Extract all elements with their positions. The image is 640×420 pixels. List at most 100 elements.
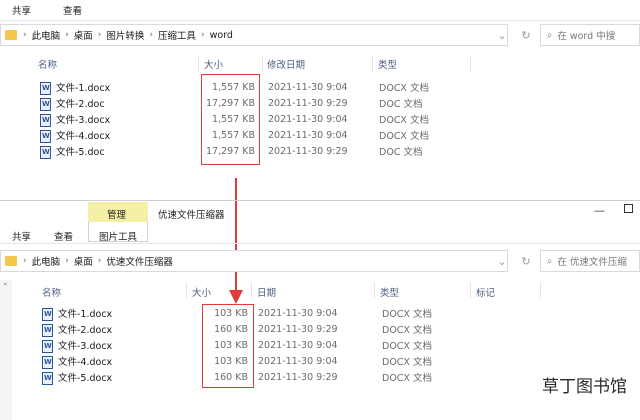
file-date: 2021-11-30 9:04 — [268, 81, 348, 93]
file-type: DOCX 文档 — [382, 309, 432, 320]
column-sep[interactable] — [262, 55, 263, 71]
column-type[interactable]: 类型 — [378, 57, 397, 71]
size-highlight-box — [201, 74, 260, 165]
file-name: 文件-3.docx — [58, 341, 113, 352]
chevron-right-icon: › — [149, 30, 153, 40]
column-size[interactable]: 大小 — [192, 285, 211, 299]
file-name: 文件-2.doc — [56, 99, 105, 110]
file-name: 文件-2.docx — [58, 325, 113, 336]
word-doc-icon — [42, 339, 53, 353]
window-border — [0, 200, 640, 201]
file-type: DOC 文档 — [379, 147, 423, 158]
chevron-right-icon: › — [23, 256, 27, 266]
tab-share[interactable]: 共享 — [12, 229, 31, 243]
crumb-this-pc[interactable]: 此电脑 — [32, 28, 61, 42]
chevron-right-icon: › — [65, 30, 69, 40]
tab-share[interactable]: 共享 — [12, 3, 31, 17]
watermark: 草丁图书馆 — [542, 377, 627, 397]
file-date: 2021-11-30 9:04 — [268, 129, 348, 141]
file-type: DOCX 文档 — [379, 83, 429, 94]
crumb-this-pc[interactable]: 此电脑 — [32, 254, 61, 268]
column-sep[interactable] — [470, 55, 471, 71]
table-row[interactable]: 文件-1.docx 103 KB 2021-11-30 9:04 DOCX 文档 — [14, 305, 534, 321]
column-date[interactable]: 日期 — [257, 285, 276, 299]
chevron-right-icon: › — [23, 30, 27, 40]
word-doc-icon — [42, 355, 53, 369]
file-name: 文件-4.docx — [56, 131, 111, 142]
crumb-word[interactable]: word — [210, 30, 233, 41]
chevron-right-icon: › — [97, 30, 102, 40]
file-type: DOCX 文档 — [382, 325, 432, 336]
ribbon-divider — [0, 20, 640, 21]
crumb-desktop[interactable]: 桌面 — [74, 28, 93, 42]
column-sep[interactable] — [186, 282, 187, 298]
chevron-right-icon: › — [65, 256, 69, 266]
size-highlight-box — [202, 304, 254, 388]
table-row[interactable]: 文件-1.docx 1,557 KB 2021-11-30 9:04 DOCX … — [0, 79, 600, 95]
search-icon: ⌕ — [547, 29, 553, 41]
chevron-down-icon[interactable]: ⌄ — [494, 253, 510, 269]
file-name: 文件-5.docx — [58, 373, 113, 384]
table-row[interactable]: 文件-3.docx 1,557 KB 2021-11-30 9:04 DOCX … — [0, 111, 600, 127]
window-title: 优速文件压缩器 — [158, 210, 225, 221]
file-name: 文件-5.doc — [56, 147, 105, 158]
bottom-address-bar[interactable]: › 此电脑 › 桌面 › 优速文件压缩器 — [0, 250, 508, 272]
file-name: 文件-1.docx — [56, 83, 111, 94]
crumb-desktop[interactable]: 桌面 — [74, 254, 93, 268]
minimize-icon[interactable]: — — [594, 204, 605, 217]
bottom-search-input[interactable]: ⌕ 在 优速文件压缩 — [540, 250, 640, 272]
file-date: 2021-11-30 9:29 — [268, 97, 348, 109]
table-row[interactable]: 文件-4.docx 1,557 KB 2021-11-30 9:04 DOCX … — [0, 127, 600, 143]
column-sep[interactable] — [251, 282, 252, 298]
tab-view[interactable]: 查看 — [63, 3, 82, 17]
table-row[interactable]: 文件-2.doc 17,297 KB 2021-11-30 9:29 DOC 文… — [0, 95, 600, 111]
word-doc-icon — [40, 97, 51, 111]
file-type: DOCX 文档 — [382, 357, 432, 368]
file-date: 2021-11-30 9:04 — [268, 113, 348, 125]
table-row[interactable]: 文件-3.docx 103 KB 2021-11-30 9:04 DOCX 文档 — [14, 337, 534, 353]
column-modified[interactable]: 修改日期 — [267, 57, 305, 71]
chevron-right-icon: › — [201, 30, 205, 40]
table-row[interactable]: 文件-5.doc 17,297 KB 2021-11-30 9:29 DOC 文… — [0, 143, 600, 159]
table-row[interactable]: 文件-5.docx 160 KB 2021-11-30 9:29 DOCX 文档 — [14, 369, 534, 385]
maximize-icon[interactable] — [624, 204, 633, 213]
top-address-bar[interactable]: › 此电脑 › 桌面 › 图片转换 › 压缩工具 › word — [0, 24, 508, 46]
file-type: DOC 文档 — [379, 99, 423, 110]
tab-view[interactable]: 查看 — [54, 229, 73, 243]
folder-icon — [5, 256, 17, 266]
word-doc-icon — [40, 81, 51, 95]
file-type: DOCX 文档 — [379, 115, 429, 126]
file-date: 2021-11-30 9:04 — [258, 355, 338, 367]
column-tags[interactable]: 标记 — [476, 285, 495, 299]
file-date: 2021-11-30 9:29 — [258, 371, 338, 383]
refresh-icon[interactable]: ↻ — [518, 253, 534, 269]
crumb-compress-tools[interactable]: 压缩工具 — [158, 28, 196, 42]
table-row[interactable]: 文件-4.docx 103 KB 2021-11-30 9:04 DOCX 文档 — [14, 353, 534, 369]
folder-icon — [5, 30, 17, 40]
column-type[interactable]: 类型 — [380, 285, 399, 299]
file-name: 文件-4.docx — [58, 357, 113, 368]
search-placeholder: 在 word 中搜 — [557, 31, 616, 42]
column-name[interactable]: 名称 — [38, 57, 57, 71]
file-date: 2021-11-30 9:04 — [258, 307, 338, 319]
file-type: DOCX 文档 — [382, 373, 432, 384]
column-sep[interactable] — [198, 55, 199, 71]
word-doc-icon — [42, 371, 53, 385]
chevron-up-icon[interactable]: ⌃ — [2, 282, 9, 291]
top-search-input[interactable]: ⌕ 在 word 中搜 — [540, 24, 640, 46]
down-arrow — [229, 178, 243, 304]
refresh-icon[interactable]: ↻ — [518, 27, 534, 43]
column-sep[interactable] — [470, 282, 471, 298]
manage-tab-label: 管理 — [107, 210, 127, 221]
chevron-down-icon[interactable]: ⌄ — [494, 27, 510, 43]
file-date: 2021-11-30 9:04 — [258, 339, 338, 351]
column-name[interactable]: 名称 — [42, 285, 61, 299]
table-row[interactable]: 文件-2.docx 160 KB 2021-11-30 9:29 DOCX 文档 — [14, 321, 534, 337]
crumb-image-convert[interactable]: 图片转换 — [106, 28, 144, 42]
column-sep[interactable] — [540, 282, 541, 298]
crumb-compressor[interactable]: 优速文件压缩器 — [106, 254, 173, 268]
column-sep[interactable] — [372, 55, 373, 71]
column-size[interactable]: 大小 — [204, 57, 223, 71]
column-sep[interactable] — [374, 282, 375, 298]
nav-pane-scrollbar[interactable] — [0, 280, 12, 420]
